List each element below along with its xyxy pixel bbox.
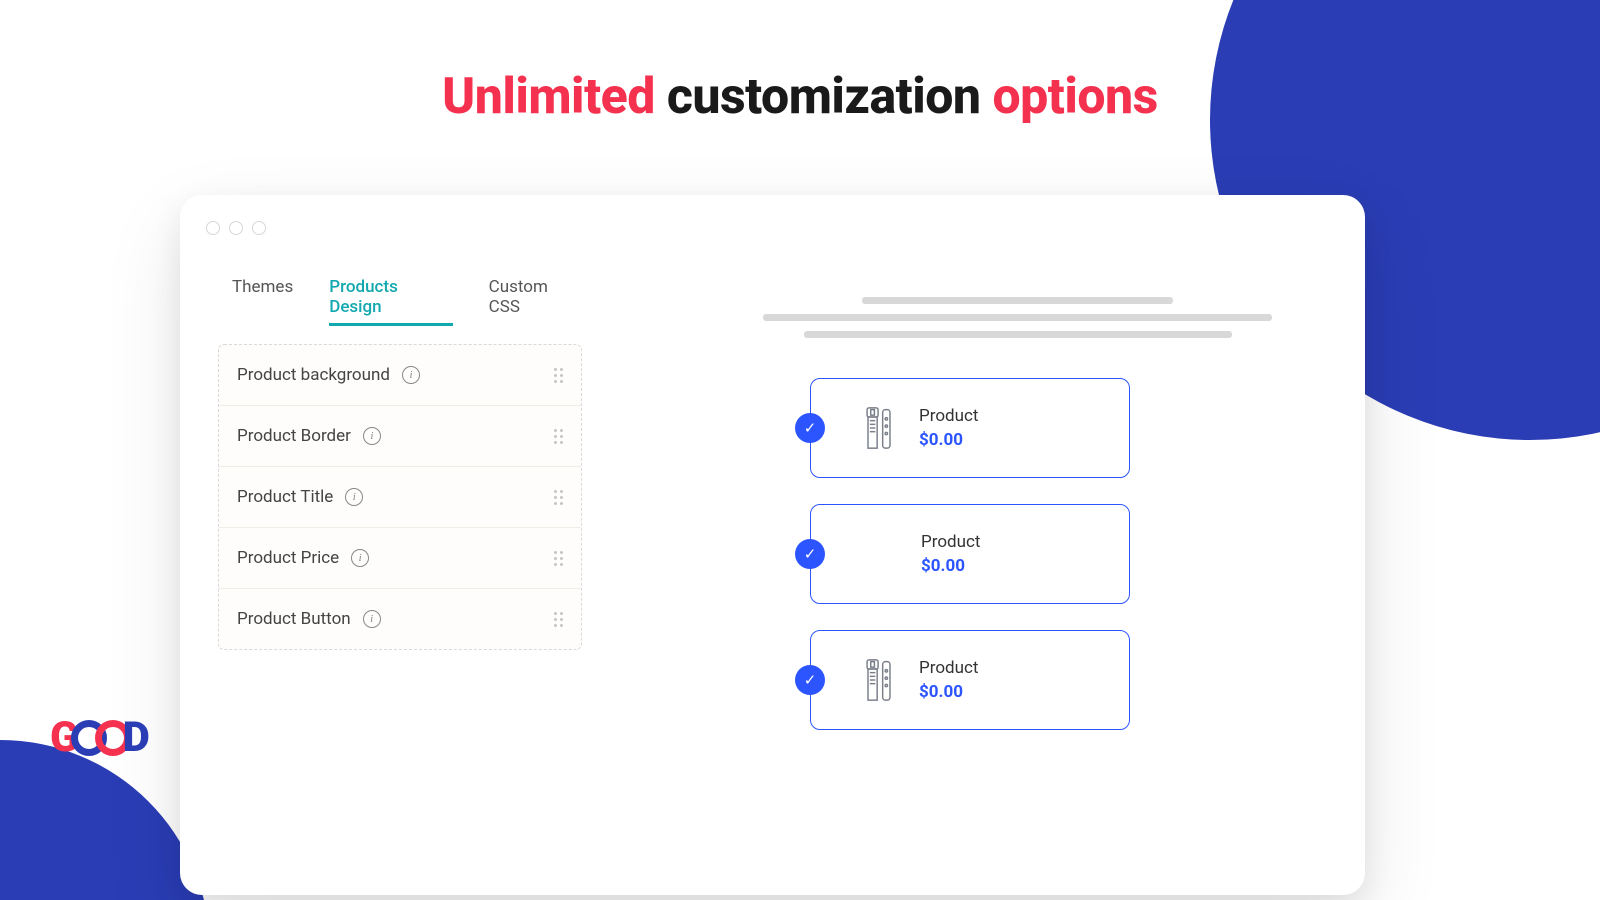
option-product-title[interactable]: Product Title i: [219, 467, 581, 528]
logo-letter-d: D: [123, 713, 148, 762]
traffic-light-icon: [206, 221, 220, 235]
window-traffic-lights: [206, 221, 266, 235]
product-price: $0.00: [921, 556, 980, 576]
traffic-light-icon: [229, 221, 243, 235]
product-card[interactable]: ✓: [810, 378, 1130, 478]
product-title: Product: [921, 532, 980, 552]
info-icon[interactable]: i: [351, 549, 369, 567]
option-label: Product Border: [237, 426, 351, 446]
option-label: Product background: [237, 365, 390, 385]
drag-handle-icon[interactable]: [554, 368, 563, 383]
design-settings-column: Themes Products Design Custom CSS Produc…: [180, 267, 600, 895]
product-title: Product: [919, 406, 978, 426]
tab-custom-css[interactable]: Custom CSS: [489, 277, 582, 326]
option-product-button[interactable]: Product Button i: [219, 589, 581, 649]
option-product-background[interactable]: Product background i: [219, 345, 581, 406]
browser-window: Themes Products Design Custom CSS Produc…: [180, 195, 1365, 895]
info-icon[interactable]: i: [402, 366, 420, 384]
belt-product-icon: [861, 658, 897, 702]
tab-products-design[interactable]: Products Design: [329, 277, 452, 326]
check-badge-icon: ✓: [795, 413, 825, 443]
product-price: $0.00: [919, 430, 978, 450]
product-preview-list: ✓: [750, 378, 1285, 730]
good-logo: G D: [50, 713, 148, 762]
product-card[interactable]: ✓ Product $0.00: [810, 504, 1130, 604]
placeholder-line: [763, 314, 1271, 321]
check-badge-icon: ✓: [795, 665, 825, 695]
option-label: Product Button: [237, 609, 351, 629]
option-product-price[interactable]: Product Price i: [219, 528, 581, 589]
headline-word-3: options: [992, 68, 1157, 126]
option-label: Product Title: [237, 487, 333, 507]
preview-column: ✓: [600, 267, 1365, 895]
headline-word-2: customization: [667, 68, 981, 126]
headline: Unlimited customization options: [0, 68, 1600, 126]
check-badge-icon: ✓: [795, 539, 825, 569]
placeholder-line: [862, 297, 1172, 304]
info-icon[interactable]: i: [363, 427, 381, 445]
drag-handle-icon[interactable]: [554, 490, 563, 505]
drag-handle-icon[interactable]: [554, 612, 563, 627]
placeholder-line: [804, 331, 1232, 338]
traffic-light-icon: [252, 221, 266, 235]
design-options-panel: Product background i Product Border i: [218, 344, 582, 650]
info-icon[interactable]: i: [345, 488, 363, 506]
product-card[interactable]: ✓: [810, 630, 1130, 730]
belt-product-icon: [861, 406, 897, 450]
option-label: Product Price: [237, 548, 339, 568]
product-price: $0.00: [919, 682, 978, 702]
tab-themes[interactable]: Themes: [232, 277, 293, 326]
drag-handle-icon[interactable]: [554, 429, 563, 444]
option-product-border[interactable]: Product Border i: [219, 406, 581, 467]
decorative-circle-bottom-left: [0, 740, 210, 900]
info-icon[interactable]: i: [363, 610, 381, 628]
headline-word-1: Unlimited: [442, 68, 655, 126]
drag-handle-icon[interactable]: [554, 551, 563, 566]
placeholder-text-lines: [750, 297, 1285, 338]
design-tabs: Themes Products Design Custom CSS: [218, 277, 582, 326]
product-title: Product: [919, 658, 978, 678]
